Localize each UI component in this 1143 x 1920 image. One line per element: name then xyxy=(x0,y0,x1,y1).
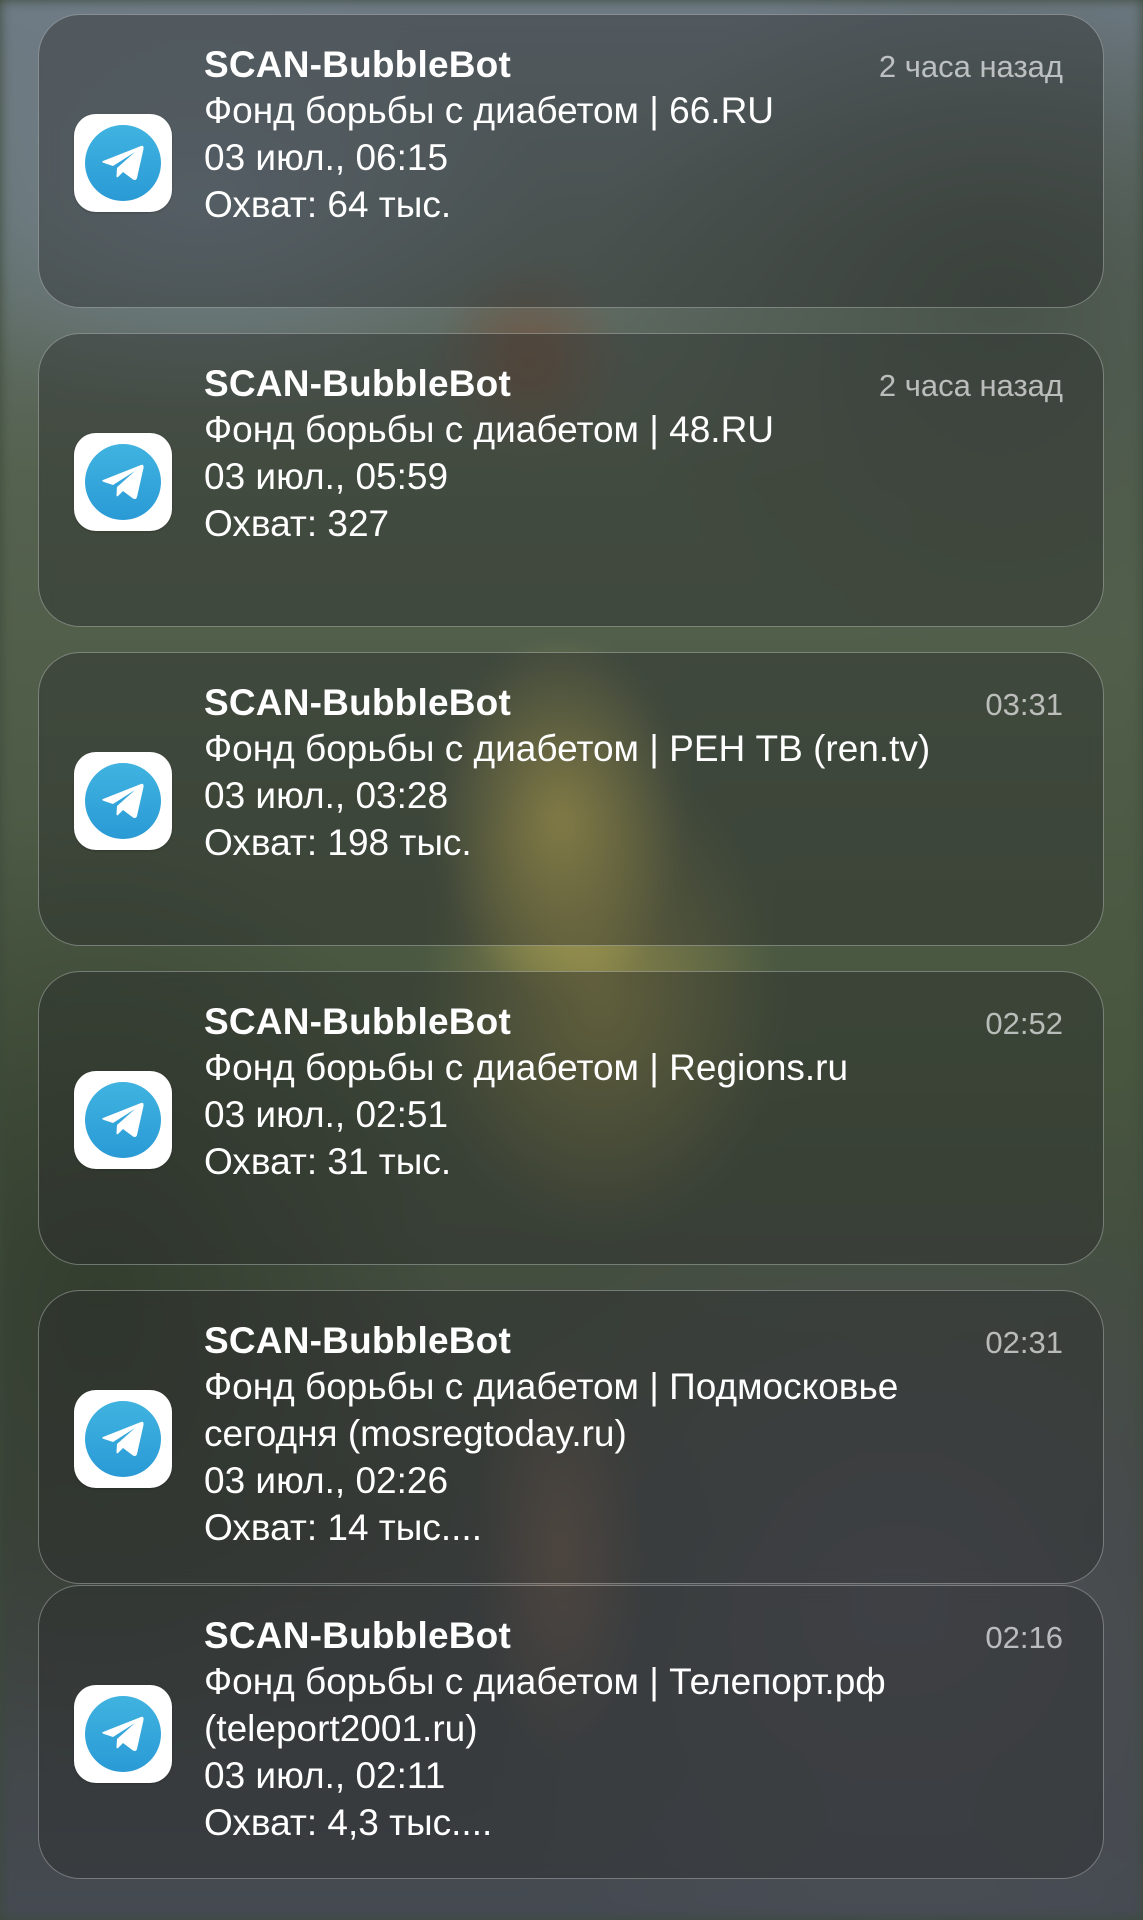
notification-time: 02:31 xyxy=(985,1325,1063,1360)
telegram-app-icon xyxy=(74,114,172,212)
telegram-app-icon xyxy=(74,433,172,531)
notification-line-date: 03 июл., 02:11 xyxy=(204,1755,446,1796)
telegram-app-icon xyxy=(74,1071,172,1169)
notification-line-reach: Охват: 327 xyxy=(204,503,390,544)
notification-card[interactable]: SCAN-BubbleBot 03:31 Фонд борьбы с диабе… xyxy=(38,652,1104,946)
notification-content: SCAN-BubbleBot 02:16 Фонд борьбы с диабе… xyxy=(204,1614,1063,1846)
notification-line-date: 03 июл., 03:28 xyxy=(204,775,449,816)
notification-time: 2 часа назад xyxy=(878,49,1063,84)
notification-title: SCAN-BubbleBot xyxy=(204,682,511,723)
telegram-icon xyxy=(85,1401,161,1477)
notification-line-date: 03 июл., 02:26 xyxy=(204,1460,449,1501)
notification-line-date: 03 июл., 02:51 xyxy=(204,1094,449,1135)
notification-title: SCAN-BubbleBot xyxy=(204,1320,511,1361)
notification-line-reach: Охват: 4,3 тыс.... xyxy=(204,1802,493,1843)
notification-content: SCAN-BubbleBot 03:31 Фонд борьбы с диабе… xyxy=(204,681,1063,866)
notification-line-date: 03 июл., 06:15 xyxy=(204,137,449,178)
notification-card[interactable]: SCAN-BubbleBot 02:52 Фонд борьбы с диабе… xyxy=(38,971,1104,1265)
telegram-app-icon xyxy=(74,1685,172,1783)
telegram-icon xyxy=(85,763,161,839)
notification-line-source: Фонд борьбы с диабетом | Regions.ru xyxy=(204,1047,849,1088)
notification-line-reach: Охват: 64 тыс. xyxy=(204,184,452,225)
notification-time: 2 часа назад xyxy=(878,368,1063,403)
notification-content: SCAN-BubbleBot 02:31 Фонд борьбы с диабе… xyxy=(204,1319,1063,1551)
notification-title: SCAN-BubbleBot xyxy=(204,1001,511,1042)
notification-time: 03:31 xyxy=(985,687,1063,722)
notification-line-source: Фонд борьбы с диабетом | 66.RU xyxy=(204,90,775,131)
notification-line-source: Фонд борьбы с диабетом | Телепорт.рф xyxy=(204,1661,886,1702)
telegram-icon xyxy=(85,125,161,201)
notification-line-source-cont: сегодня (mosregtoday.ru) xyxy=(204,1413,627,1454)
telegram-icon xyxy=(85,444,161,520)
notification-content: SCAN-BubbleBot 02:52 Фонд борьбы с диабе… xyxy=(204,1000,1063,1185)
notification-content: SCAN-BubbleBot 2 часа назад Фонд борьбы … xyxy=(204,43,1063,228)
notification-card[interactable]: SCAN-BubbleBot 2 часа назад Фонд борьбы … xyxy=(38,14,1104,308)
notification-card[interactable]: SCAN-BubbleBot 02:16 Фонд борьбы с диабе… xyxy=(38,1585,1104,1879)
notification-content: SCAN-BubbleBot 2 часа назад Фонд борьбы … xyxy=(204,362,1063,547)
telegram-app-icon xyxy=(74,1390,172,1488)
notification-line-reach: Охват: 198 тыс. xyxy=(204,822,472,863)
notification-line-source: Фонд борьбы с диабетом | Подмосковье xyxy=(204,1366,899,1407)
telegram-icon xyxy=(85,1082,161,1158)
notification-time: 02:52 xyxy=(985,1006,1063,1041)
telegram-icon xyxy=(85,1696,161,1772)
notification-line-date: 03 июл., 05:59 xyxy=(204,456,449,497)
notification-time: 02:16 xyxy=(985,1620,1063,1655)
notification-card[interactable]: SCAN-BubbleBot 2 часа назад Фонд борьбы … xyxy=(38,333,1104,627)
notification-line-reach: Охват: 14 тыс.... xyxy=(204,1507,482,1548)
notification-title: SCAN-BubbleBot xyxy=(204,1615,511,1656)
telegram-app-icon xyxy=(74,752,172,850)
notification-line-reach: Охват: 31 тыс. xyxy=(204,1141,452,1182)
notification-card[interactable]: SCAN-BubbleBot 02:31 Фонд борьбы с диабе… xyxy=(38,1290,1104,1584)
notification-line-source-cont: (teleport2001.ru) xyxy=(204,1708,478,1749)
notification-line-source: Фонд борьбы с диабетом | РЕН ТВ (ren.tv) xyxy=(204,728,931,769)
notification-line-source: Фонд борьбы с диабетом | 48.RU xyxy=(204,409,775,450)
